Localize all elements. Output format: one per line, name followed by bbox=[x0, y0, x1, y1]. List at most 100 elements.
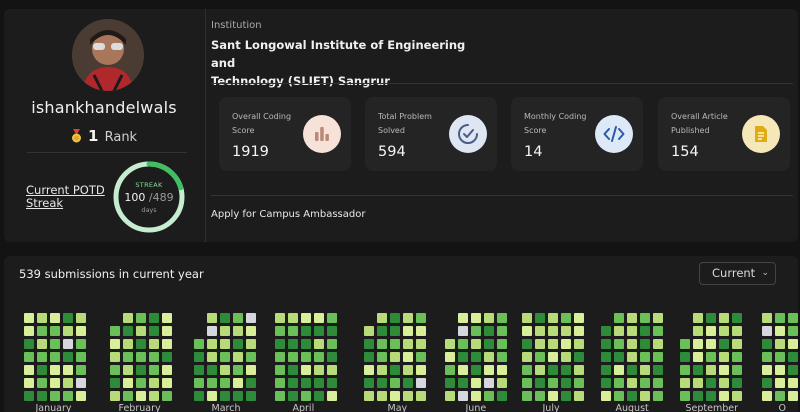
heatmap-cell[interactable] bbox=[762, 365, 772, 375]
heatmap-cell[interactable] bbox=[693, 378, 703, 388]
heatmap-cell[interactable] bbox=[220, 326, 230, 336]
heatmap-cell[interactable] bbox=[37, 365, 47, 375]
heatmap-cell[interactable] bbox=[706, 378, 716, 388]
heatmap-cell[interactable] bbox=[233, 378, 243, 388]
heatmap-cell[interactable] bbox=[207, 313, 217, 323]
heatmap-cell[interactable] bbox=[377, 391, 387, 401]
heatmap-cell[interactable] bbox=[762, 313, 772, 323]
heatmap-cell[interactable] bbox=[548, 391, 558, 401]
heatmap-cell[interactable] bbox=[601, 391, 611, 401]
heatmap-cell[interactable] bbox=[327, 391, 337, 401]
heatmap-cell[interactable] bbox=[416, 391, 426, 401]
heatmap-cell[interactable] bbox=[301, 352, 311, 362]
heatmap-cell[interactable] bbox=[162, 391, 172, 401]
heatmap-cell[interactable] bbox=[220, 352, 230, 362]
heatmap-cell[interactable] bbox=[561, 391, 571, 401]
heatmap-cell[interactable] bbox=[653, 391, 663, 401]
heatmap-cell[interactable] bbox=[775, 378, 785, 388]
heatmap-cell[interactable] bbox=[149, 326, 159, 336]
heatmap-cell[interactable] bbox=[614, 326, 624, 336]
heatmap-cell[interactable] bbox=[364, 365, 374, 375]
heatmap-cell[interactable] bbox=[390, 326, 400, 336]
heatmap-cell[interactable] bbox=[76, 378, 86, 388]
heatmap-cell[interactable] bbox=[301, 365, 311, 375]
heatmap-cell[interactable] bbox=[314, 378, 324, 388]
heatmap-cell[interactable] bbox=[110, 352, 120, 362]
heatmap-cell[interactable] bbox=[788, 365, 798, 375]
heatmap-cell[interactable] bbox=[162, 365, 172, 375]
heatmap-cell[interactable] bbox=[680, 391, 690, 401]
heatmap-cell[interactable] bbox=[149, 339, 159, 349]
heatmap-cell[interactable] bbox=[484, 391, 494, 401]
heatmap-cell[interactable] bbox=[301, 378, 311, 388]
heatmap-cell[interactable] bbox=[640, 391, 650, 401]
heatmap-cell[interactable] bbox=[123, 378, 133, 388]
heatmap-cell[interactable] bbox=[653, 313, 663, 323]
heatmap-cell[interactable] bbox=[693, 339, 703, 349]
heatmap-cell[interactable] bbox=[719, 378, 729, 388]
heatmap-cell[interactable] bbox=[535, 326, 545, 336]
heatmap-cell[interactable] bbox=[37, 339, 47, 349]
heatmap-cell[interactable] bbox=[614, 365, 624, 375]
heatmap-cell[interactable] bbox=[24, 313, 34, 323]
heatmap-cell[interactable] bbox=[732, 313, 742, 323]
heatmap-cell[interactable] bbox=[471, 339, 481, 349]
heatmap-cell[interactable] bbox=[719, 326, 729, 336]
heatmap-cell[interactable] bbox=[719, 339, 729, 349]
heatmap-cell[interactable] bbox=[561, 352, 571, 362]
heatmap-cell[interactable] bbox=[445, 365, 455, 375]
heatmap-cell[interactable] bbox=[288, 365, 298, 375]
heatmap-cell[interactable] bbox=[484, 378, 494, 388]
heatmap-cell[interactable] bbox=[301, 391, 311, 401]
heatmap-cell[interactable] bbox=[706, 313, 716, 323]
heatmap-cell[interactable] bbox=[110, 326, 120, 336]
heatmap-cell[interactable] bbox=[110, 339, 120, 349]
heatmap-cell[interactable] bbox=[640, 365, 650, 375]
heatmap-cell[interactable] bbox=[207, 339, 217, 349]
heatmap-cell[interactable] bbox=[288, 378, 298, 388]
heatmap-cell[interactable] bbox=[76, 391, 86, 401]
heatmap-cell[interactable] bbox=[76, 326, 86, 336]
heatmap-cell[interactable] bbox=[458, 326, 468, 336]
heatmap-cell[interactable] bbox=[445, 378, 455, 388]
heatmap-cell[interactable] bbox=[327, 313, 337, 323]
heatmap-cell[interactable] bbox=[732, 352, 742, 362]
heatmap-cell[interactable] bbox=[207, 365, 217, 375]
heatmap-cell[interactable] bbox=[640, 378, 650, 388]
heatmap-cell[interactable] bbox=[110, 378, 120, 388]
heatmap-cell[interactable] bbox=[149, 378, 159, 388]
heatmap-cell[interactable] bbox=[574, 352, 584, 362]
heatmap-cell[interactable] bbox=[76, 352, 86, 362]
campus-ambassador-link[interactable]: Apply for Campus Ambassador bbox=[211, 209, 365, 220]
heatmap-cell[interactable] bbox=[497, 352, 507, 362]
heatmap-cell[interactable] bbox=[775, 339, 785, 349]
heatmap-cell[interactable] bbox=[788, 378, 798, 388]
heatmap-cell[interactable] bbox=[50, 313, 60, 323]
heatmap-cell[interactable] bbox=[246, 326, 256, 336]
heatmap-cell[interactable] bbox=[732, 326, 742, 336]
heatmap-cell[interactable] bbox=[627, 313, 637, 323]
heatmap-cell[interactable] bbox=[416, 326, 426, 336]
heatmap-cell[interactable] bbox=[136, 391, 146, 401]
heatmap-cell[interactable] bbox=[497, 365, 507, 375]
heatmap-cell[interactable] bbox=[484, 313, 494, 323]
institution-name[interactable]: Sant Longowal Institute of Engineering a… bbox=[211, 36, 471, 90]
heatmap-cell[interactable] bbox=[653, 339, 663, 349]
heatmap-cell[interactable] bbox=[458, 378, 468, 388]
heatmap-cell[interactable] bbox=[24, 352, 34, 362]
heatmap-cell[interactable] bbox=[627, 378, 637, 388]
heatmap-cell[interactable] bbox=[574, 339, 584, 349]
heatmap-cell[interactable] bbox=[390, 313, 400, 323]
heatmap-cell[interactable] bbox=[680, 339, 690, 349]
heatmap-cell[interactable] bbox=[458, 352, 468, 362]
heatmap-cell[interactable] bbox=[522, 339, 532, 349]
heatmap-cell[interactable] bbox=[445, 339, 455, 349]
heatmap-cell[interactable] bbox=[207, 378, 217, 388]
heatmap-cell[interactable] bbox=[719, 365, 729, 375]
heatmap-cell[interactable] bbox=[390, 378, 400, 388]
heatmap-cell[interactable] bbox=[788, 339, 798, 349]
heatmap-cell[interactable] bbox=[233, 365, 243, 375]
heatmap-cell[interactable] bbox=[762, 391, 772, 401]
heatmap-cell[interactable] bbox=[471, 352, 481, 362]
heatmap-cell[interactable] bbox=[614, 391, 624, 401]
